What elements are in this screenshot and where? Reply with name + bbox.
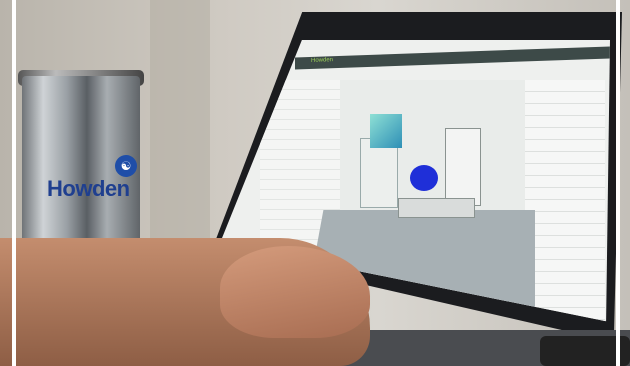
howden-logo-mark-icon: ☯ [115, 155, 137, 177]
right-panel [525, 80, 605, 322]
machine-base [398, 198, 475, 218]
glass-enclosure [370, 114, 402, 148]
background-door [150, 0, 210, 250]
machine-frame [360, 138, 398, 208]
tumbler-logo-text: Howden [47, 176, 130, 201]
right-border [616, 0, 620, 366]
photo-scene: ☯ Howden Howden [0, 0, 630, 366]
app-topbar: Howden [295, 46, 610, 70]
blue-pump [410, 165, 438, 191]
app-brand: Howden [311, 57, 334, 64]
left-border [12, 0, 16, 366]
control-cabinet [445, 128, 481, 206]
